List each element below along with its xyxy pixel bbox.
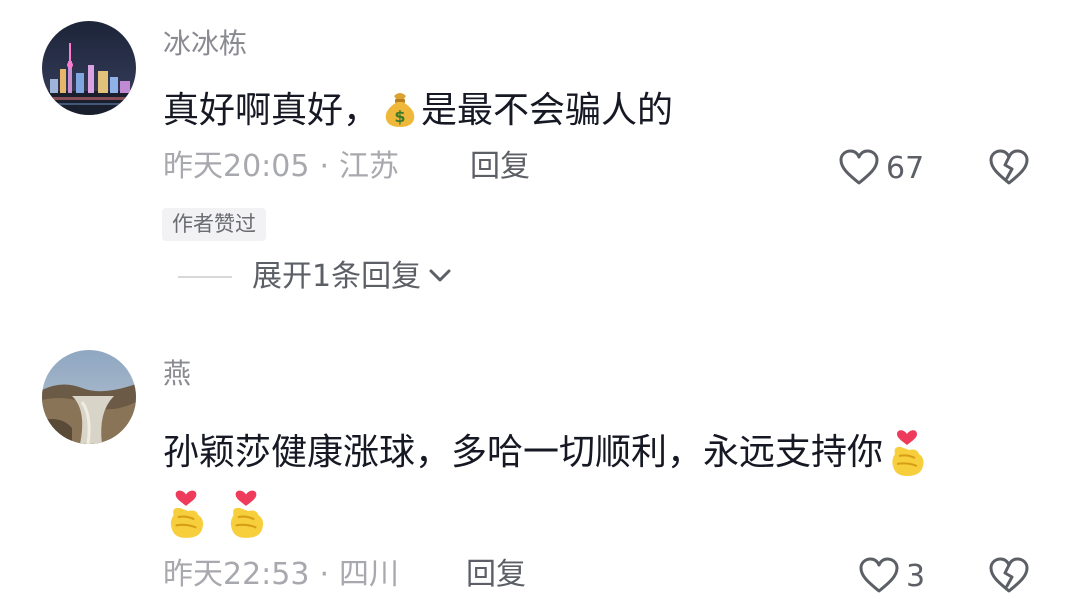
comment-item: 燕 孙颖莎健康涨球，多哈一切顺利，永远支持你 昨天22:53 · 四川 回复 3	[0, 0, 1080, 601]
emoji-row	[160, 480, 272, 544]
dislike-button[interactable]	[988, 556, 1030, 598]
meta-separator: ·	[319, 557, 330, 592]
finger-heart-icon	[220, 480, 272, 544]
like-count: 3	[906, 559, 926, 594]
like-button[interactable]: 3	[858, 556, 925, 598]
comment-meta: 昨天22:53 · 四川	[163, 560, 399, 590]
comment-text: 孙颖莎健康涨球，多哈一切顺利，永远支持你	[163, 420, 931, 485]
broken-heart-icon	[988, 557, 1030, 598]
avatar[interactable]	[42, 350, 136, 444]
finger-heart-icon	[885, 420, 929, 485]
timestamp: 昨天22:53	[163, 557, 310, 592]
heart-icon	[858, 556, 900, 598]
comment-text-part: 孙颖莎健康涨球，多哈一切顺利，永远支持你	[163, 432, 884, 473]
location: 四川	[339, 557, 400, 592]
reply-button[interactable]: 回复	[466, 560, 526, 590]
finger-heart-icon	[160, 480, 212, 544]
username[interactable]: 燕	[163, 360, 191, 388]
